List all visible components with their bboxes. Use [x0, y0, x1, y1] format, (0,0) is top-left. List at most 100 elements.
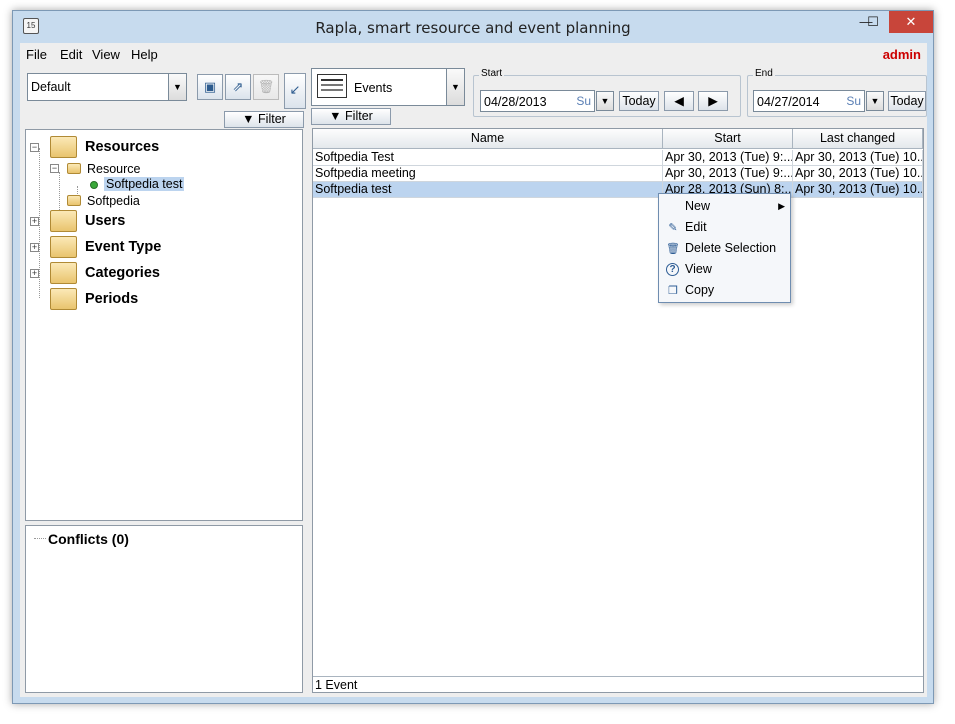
close-button[interactable]: ✕	[889, 11, 933, 33]
table-row[interactable]: Softpedia Test Apr 30, 2013 (Tue) 9:... …	[313, 150, 923, 166]
menu-help[interactable]: Help	[131, 47, 158, 62]
tree-node-event-type[interactable]: + Event Type	[30, 236, 290, 258]
title-bar: 15 Rapla, smart resource and event plann…	[13, 11, 933, 43]
delete-button[interactable]: 🗑	[253, 74, 279, 100]
column-header-last-changed[interactable]: Last changed	[793, 129, 923, 149]
chevron-down-icon[interactable]: ▼	[168, 74, 186, 100]
export-button[interactable]: ⇗	[225, 74, 251, 100]
chevron-down-icon: ▼	[870, 96, 880, 106]
tree-label: Users	[85, 213, 126, 229]
resource-filter-button[interactable]: ▼ Filter	[224, 111, 304, 128]
expand-toggle[interactable]: +	[30, 217, 39, 226]
start-today-button[interactable]: Today	[619, 91, 659, 111]
end-day-value: Su	[846, 94, 861, 108]
menu-view[interactable]: View	[92, 47, 120, 62]
expand-toggle[interactable]: +	[30, 269, 39, 278]
periods-folder-icon	[50, 288, 77, 310]
edit-icon: ✎	[668, 222, 678, 234]
tree-label: Resource	[87, 162, 141, 176]
column-header-name[interactable]: Name	[313, 129, 663, 149]
collapse-panel-button[interactable]: ↙	[284, 73, 306, 109]
filter-label: Filter	[345, 109, 373, 123]
tree-node-periods[interactable]: Periods	[30, 288, 290, 310]
context-menu-edit[interactable]: ✎ Edit	[659, 217, 790, 238]
menu-edit[interactable]: Edit	[60, 47, 82, 62]
start-date-dropdown-button[interactable]: ▼	[596, 91, 614, 111]
menu-file[interactable]: File	[26, 47, 47, 62]
menu-bar: File Edit View Help admin	[20, 43, 927, 65]
start-date-value: 04/28/2013	[484, 95, 547, 109]
status-dot-icon	[90, 181, 98, 189]
event-filter-button[interactable]: ▼ Filter	[311, 108, 391, 125]
view-value: Events	[354, 81, 393, 95]
cell-last-changed: Apr 30, 2013 (Tue) 10...	[793, 150, 923, 166]
copy-icon: ❐	[668, 285, 678, 297]
end-date-value: 04/27/2014	[757, 95, 820, 109]
menu-item-label: Delete Selection	[685, 241, 777, 255]
floppy-icon: ▣	[203, 79, 217, 94]
view-select[interactable]: Events ▼	[311, 68, 465, 106]
triangle-down-icon: ▼	[329, 109, 342, 123]
submenu-arrow-icon: ▶	[778, 201, 785, 211]
cell-name: Softpedia test	[313, 182, 663, 198]
next-button[interactable]: ▶	[698, 91, 728, 111]
trash-icon: 🗑	[666, 243, 680, 255]
context-menu-copy[interactable]: ❐ Copy	[659, 280, 790, 301]
tree-label: Softpedia test	[104, 177, 185, 191]
end-date-input[interactable]: 04/27/2014 Su	[753, 90, 865, 112]
perspective-select[interactable]: Default ▼	[27, 73, 187, 101]
end-date-group: End 04/27/2014 Su ▼ Today	[747, 68, 927, 117]
arrow-right-icon: ▶	[708, 94, 718, 108]
context-menu-view[interactable]: ? View	[659, 259, 790, 280]
start-date-input[interactable]: 04/28/2013 Su	[480, 90, 595, 112]
collapse-toggle[interactable]: −	[30, 143, 39, 152]
export-icon: ⇗	[232, 79, 244, 94]
tree-node-softpedia[interactable]: Softpedia	[50, 193, 250, 213]
tree-label: Resources	[85, 139, 160, 155]
tree-node-categories[interactable]: + Categories	[30, 262, 290, 284]
end-date-dropdown-button[interactable]: ▼	[866, 91, 884, 111]
tree-label: Periods	[85, 291, 139, 307]
context-menu: New ▶ ✎ Edit 🗑 Delete Selection ? View ❐…	[658, 193, 791, 303]
cell-start: Apr 30, 2013 (Tue) 9:...	[663, 150, 793, 166]
window-title: Rapla, smart resource and event planning	[315, 19, 631, 37]
menu-item-label: New	[685, 199, 711, 213]
chevron-down-icon[interactable]: ▼	[446, 69, 464, 105]
app-window: 15 Rapla, smart resource and event plann…	[12, 10, 934, 704]
users-folder-icon	[50, 210, 77, 232]
help-icon: ?	[666, 263, 679, 276]
events-table[interactable]: Name Start Last changed Softpedia Test A…	[312, 128, 924, 693]
menu-item-label: View	[685, 262, 712, 276]
table-row-selected[interactable]: Softpedia test Apr 28, 2013 (Sun) 8:... …	[313, 182, 923, 198]
filter-label: Filter	[258, 112, 286, 126]
event-type-folder-icon	[50, 236, 77, 258]
chevron-down-icon: ▼	[600, 96, 610, 106]
folder-open-icon	[67, 163, 81, 174]
context-menu-new[interactable]: New ▶	[659, 196, 790, 217]
conflicts-label[interactable]: Conflicts (0)	[48, 531, 129, 547]
arrow-left-icon: ◀	[674, 94, 684, 108]
cell-last-changed: Apr 30, 2013 (Tue) 10...	[793, 166, 923, 182]
maximize-button[interactable]: ☐	[859, 11, 887, 33]
perspective-value: Default	[31, 80, 71, 94]
start-day-value: Su	[576, 94, 591, 108]
tree-label: Softpedia	[87, 194, 140, 208]
menu-item-label: Edit	[685, 220, 707, 234]
tree-node-users[interactable]: + Users	[30, 210, 290, 232]
save-button[interactable]: ▣	[197, 74, 223, 100]
cell-start: Apr 30, 2013 (Tue) 9:...	[663, 166, 793, 182]
collapse-toggle[interactable]: −	[50, 164, 59, 173]
end-label: End	[753, 68, 775, 79]
end-today-button[interactable]: Today	[888, 91, 926, 111]
folder-icon	[67, 195, 81, 206]
collapse-icon: ↙	[289, 82, 301, 97]
table-row[interactable]: Softpedia meeting Apr 30, 2013 (Tue) 9:.…	[313, 166, 923, 182]
tree-node-resources[interactable]: − Resources	[30, 136, 290, 158]
column-header-start[interactable]: Start	[663, 129, 793, 149]
expand-toggle[interactable]: +	[30, 243, 39, 252]
context-menu-delete[interactable]: 🗑 Delete Selection	[659, 238, 790, 259]
previous-button[interactable]: ◀	[664, 91, 694, 111]
trash-icon: 🗑	[257, 79, 275, 94]
current-user-label: admin	[882, 47, 921, 62]
resource-tree[interactable]: − Resources − Resource Softpedia test So…	[25, 129, 303, 521]
